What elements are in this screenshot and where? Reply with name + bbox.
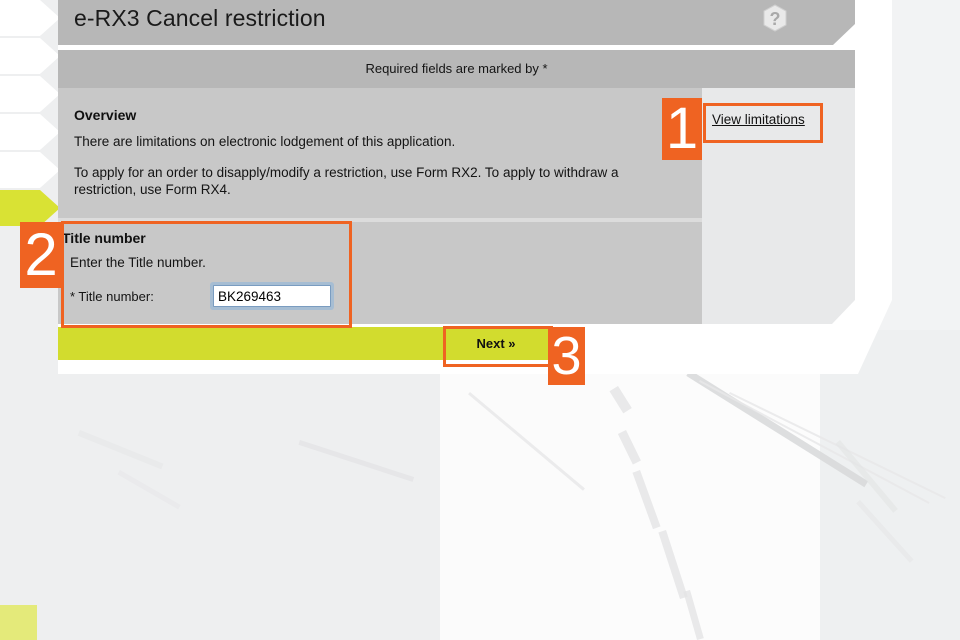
svg-text:?: ? <box>770 9 781 29</box>
overview-paragraph-2: To apply for an order to disapply/modify… <box>74 165 619 197</box>
question-mark-hexagon-icon[interactable]: ? <box>760 3 790 33</box>
nav-chevron-item[interactable] <box>0 0 60 36</box>
nav-chevron-item[interactable] <box>0 76 60 112</box>
title-number-field-row: * Title number: <box>70 285 682 307</box>
background-field <box>820 330 960 640</box>
view-limitations-link[interactable]: View limitations <box>712 112 805 127</box>
nav-chevron-item[interactable] <box>0 114 60 150</box>
overview-heading: Overview <box>74 107 137 123</box>
required-fields-text: Required fields are marked by * <box>365 61 548 76</box>
title-number-input[interactable] <box>213 285 331 307</box>
nav-footer-block <box>0 605 37 640</box>
nav-chevron-item[interactable] <box>0 38 60 74</box>
title-number-label: * Title number: <box>70 288 154 304</box>
annotation-badge-2: 2 <box>20 222 62 288</box>
annotation-badge-3: 3 <box>548 327 585 385</box>
title-number-section: Title number Enter the Title number. * T… <box>62 230 682 307</box>
title-bar: e-RX3 Cancel restriction <box>58 0 855 45</box>
page-title: e-RX3 Cancel restriction <box>74 5 326 31</box>
title-number-instruction: Enter the Title number. <box>70 255 206 270</box>
left-chevron-nav[interactable] <box>0 0 60 228</box>
required-fields-bar: Required fields are marked by * <box>58 50 855 88</box>
title-number-heading: Title number <box>62 230 146 246</box>
overview-section: Overview There are limitations on electr… <box>74 107 674 212</box>
annotation-badge-1: 1 <box>662 98 702 160</box>
overview-paragraph-1: There are limitations on electronic lodg… <box>74 134 456 149</box>
nav-chevron-item[interactable] <box>0 152 60 188</box>
next-button[interactable]: Next » <box>444 327 548 360</box>
section-divider <box>58 218 702 222</box>
